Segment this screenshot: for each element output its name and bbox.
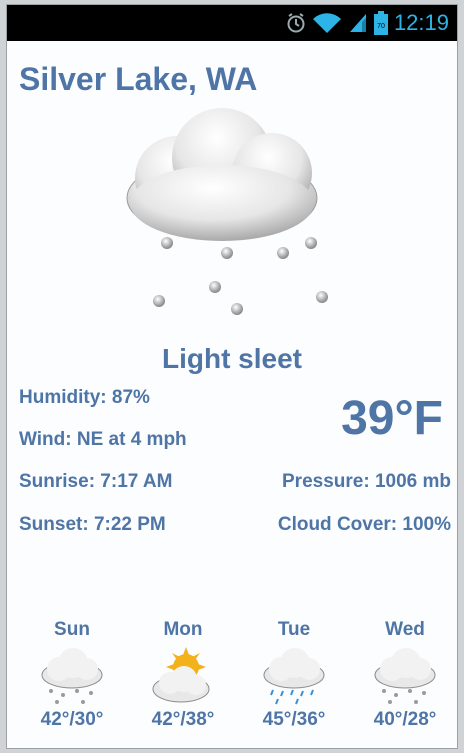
phone-screen: 70 12:19 Silver Lake, WA Light sleet Hum… — [6, 4, 458, 749]
cloud-cover-label: Cloud Cover: 100% — [277, 514, 451, 535]
status-bar: 70 12:19 — [7, 5, 457, 41]
forecast-temps: 42°/30° — [40, 709, 104, 730]
forecast-day-name: Sun — [54, 619, 90, 640]
sleet-cloud-icon — [41, 648, 103, 704]
forecast-temps: 42°/38° — [151, 709, 215, 730]
rain-cloud-icon — [263, 648, 325, 705]
current-condition: Light sleet — [161, 343, 302, 374]
weather-content: Silver Lake, WA Light sleet Humidity: 87… — [7, 41, 457, 748]
forecast-day-name: Tue — [277, 619, 311, 640]
forecast-day: Mon 42°/38° — [128, 619, 238, 731]
forecast-day-name: Mon — [163, 619, 203, 640]
forecast-temps: 45°/36° — [262, 709, 326, 730]
sleet-cloud-icon — [374, 648, 436, 704]
pressure-label: Pressure: 1006 mb — [282, 471, 451, 492]
forecast-day-name: Wed — [385, 619, 425, 640]
battery-level: 70 — [377, 23, 385, 30]
wind-label: Wind: NE at 4 mph — [19, 429, 187, 450]
status-time: 12:19 — [393, 10, 449, 35]
forecast-day: Tue 45°/36° — [239, 619, 349, 731]
sunrise-label: Sunrise: 7:17 AM — [19, 471, 173, 492]
wifi-icon — [312, 13, 341, 34]
sunset-label: Sunset: 7:22 PM — [19, 514, 166, 535]
forecast-day: Wed 40°/28° — [350, 619, 460, 731]
signal-icon — [349, 14, 366, 32]
location-title: Silver Lake, WA — [19, 61, 258, 97]
alarm-icon — [287, 13, 305, 33]
sleet-cloud-icon — [126, 108, 328, 315]
sun-cloud-icon — [152, 647, 210, 703]
current-temperature: 39°F — [341, 392, 443, 445]
battery-icon: 70 — [373, 11, 388, 35]
humidity-label: Humidity: 87% — [19, 387, 150, 408]
forecast-temps: 40°/28° — [373, 709, 437, 730]
forecast-day: Sun 42°/30° — [17, 619, 127, 731]
